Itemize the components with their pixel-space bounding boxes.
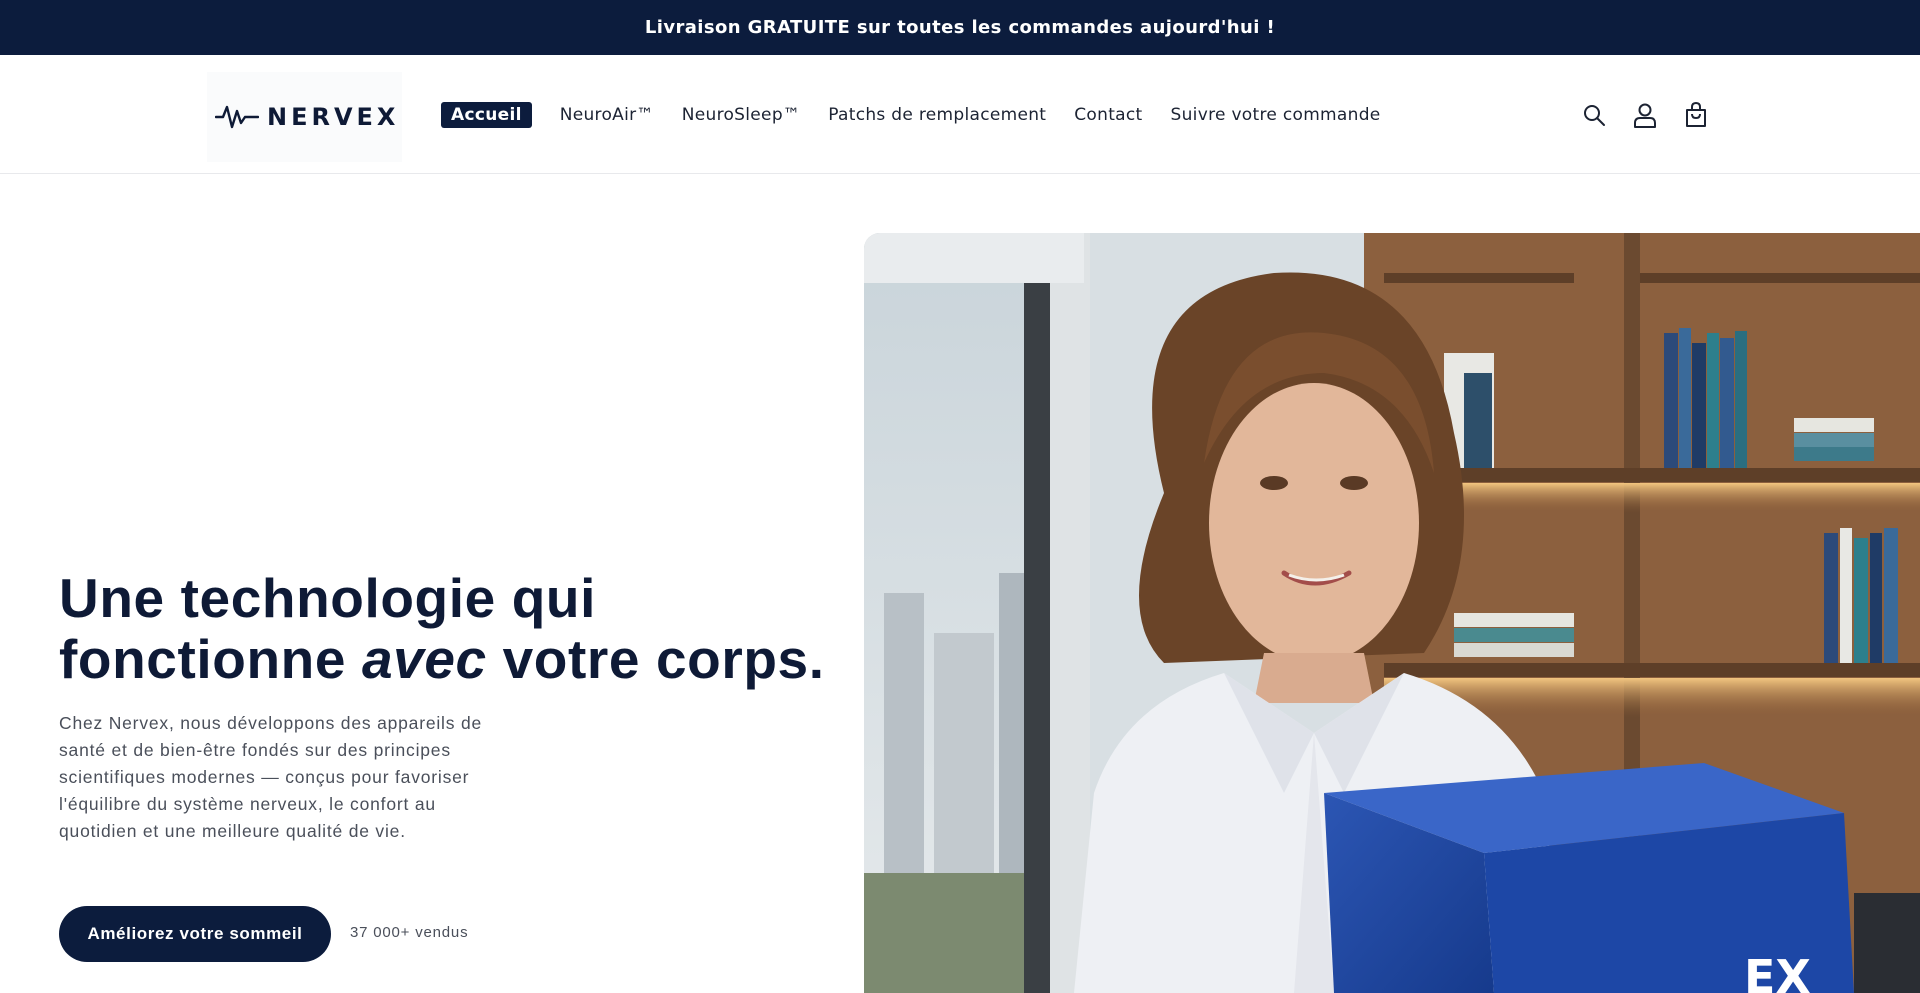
search-button[interactable] (1578, 99, 1610, 131)
nav-item-accueil[interactable]: Accueil (441, 102, 532, 128)
hero-title-emphasis: avec (361, 628, 487, 690)
account-button[interactable] (1629, 99, 1661, 131)
cart-button[interactable] (1680, 99, 1712, 131)
search-icon (1584, 105, 1605, 126)
header-icons (1578, 99, 1712, 131)
announcement-bar: Livraison GRATUITE sur toutes les comman… (0, 0, 1920, 55)
account-icon (1634, 103, 1656, 128)
cart-icon (1686, 102, 1706, 127)
nav-item-neurosleep[interactable]: NeuroSleep™ (682, 105, 801, 125)
nav-item-suivre-commande[interactable]: Suivre votre commande (1171, 105, 1381, 125)
hero-image: EX (864, 233, 1920, 993)
doctor-photo: EX (864, 233, 1920, 993)
pulse-logo-icon (215, 105, 259, 129)
hero-title-line2-end: votre corps. (486, 628, 825, 690)
svg-text:EX: EX (1744, 950, 1811, 993)
hero-title-line1: Une technologie qui (59, 567, 596, 629)
main-nav: Accueil NeuroAir™ NeuroSleep™ Patchs de … (441, 100, 1409, 130)
sold-count: 37 000+ vendus (350, 924, 469, 941)
site-header: NERVEX Accueil NeuroAir™ NeuroSleep™ Pat… (0, 55, 1920, 174)
announcement-text: Livraison GRATUITE sur toutes les comman… (644, 17, 1276, 38)
logo-text: NERVEX (267, 103, 400, 131)
hero-title-line2-start: fonctionne (59, 628, 362, 690)
improve-sleep-button[interactable]: Améliorez votre sommeil (59, 906, 331, 962)
nav-item-patchs[interactable]: Patchs de remplacement (828, 105, 1046, 125)
nav-item-contact[interactable]: Contact (1074, 105, 1142, 125)
hero-description: Chez Nervex, nous développons des appare… (59, 713, 483, 841)
nav-item-neuroair[interactable]: NeuroAir™ (560, 105, 654, 125)
hero-title: Une technologie qui fonctionne avec votr… (59, 568, 839, 690)
logo[interactable]: NERVEX (207, 72, 402, 162)
